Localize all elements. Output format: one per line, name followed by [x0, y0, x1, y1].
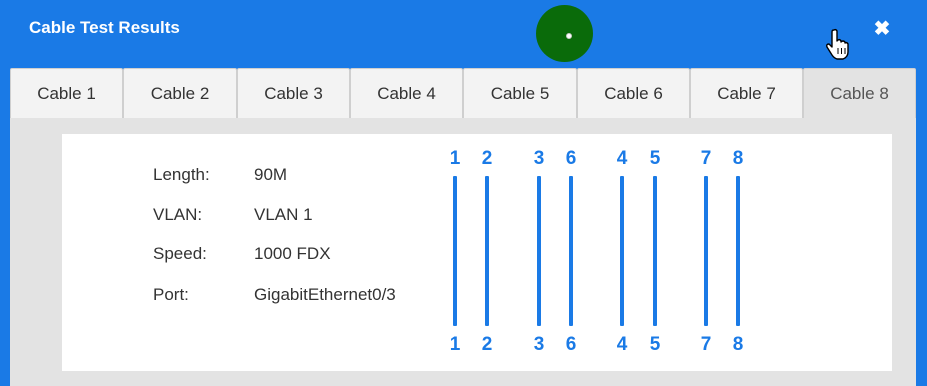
pin-top-label: 3: [533, 148, 545, 169]
vlan-label: VLAN:: [153, 205, 203, 224]
length-value: 90M: [254, 165, 288, 184]
pin-wire-2: [485, 176, 489, 326]
title-bar: Cable Test Results ✖: [0, 0, 927, 60]
pin-top-label: 6: [565, 148, 577, 169]
pin-top-label: 8: [732, 148, 744, 169]
tab-cable-4[interactable]: Cable 4: [350, 68, 463, 120]
hand-cursor-icon: [826, 28, 849, 60]
vlan-value: VLAN 1: [254, 205, 313, 224]
pin-top-label: 4: [616, 148, 628, 169]
pin-bottom-label: 7: [700, 334, 712, 355]
pin-bottom-label: 1: [449, 334, 461, 355]
record-indicator-center: [566, 33, 572, 39]
pin-bottom-label: 4: [616, 334, 628, 355]
pin-bottom-label: 2: [481, 334, 493, 355]
cable-tabs: Cable 1 Cable 2 Cable 3 Cable 4 Cable 5 …: [10, 68, 916, 120]
pin-bottom-label: 8: [732, 334, 744, 355]
close-icon[interactable]: ✖: [871, 18, 893, 40]
length-label: Length:: [153, 165, 210, 184]
record-indicator-icon: [536, 5, 593, 62]
pin-top-label: 5: [649, 148, 661, 169]
pin-wire-6: [569, 176, 573, 326]
pin-wire-3: [537, 176, 541, 326]
pin-bottom-label: 6: [565, 334, 577, 355]
pin-wire-5: [653, 176, 657, 326]
pin-top-label: 2: [481, 148, 493, 169]
pin-top-label: 1: [449, 148, 461, 169]
port-value: GigabitEthernet0/3: [254, 285, 396, 304]
tab-cable-1[interactable]: Cable 1: [10, 68, 123, 120]
tab-cable-2[interactable]: Cable 2: [123, 68, 237, 120]
cable-test-dialog: Cable Test Results ✖ Cable 1 Cable 2 Cab…: [0, 0, 927, 386]
pin-bottom-label: 3: [533, 334, 545, 355]
tab-cable-7[interactable]: Cable 7: [690, 68, 803, 120]
pin-wire-1: [453, 176, 457, 326]
tab-cable-5[interactable]: Cable 5: [463, 68, 577, 120]
pin-wire-7: [704, 176, 708, 326]
port-label: Port:: [153, 285, 189, 304]
pin-bottom-label: 5: [649, 334, 661, 355]
tab-cable-6[interactable]: Cable 6: [577, 68, 690, 120]
tab-cable-8[interactable]: Cable 8: [803, 68, 916, 120]
tab-cable-3[interactable]: Cable 3: [237, 68, 350, 120]
pin-top-label: 7: [700, 148, 712, 169]
pin-wire-4: [620, 176, 624, 326]
speed-value: 1000 FDX: [254, 244, 331, 263]
pin-wire-8: [736, 176, 740, 326]
speed-label: Speed:: [153, 244, 207, 263]
dialog-title: Cable Test Results: [29, 18, 180, 37]
